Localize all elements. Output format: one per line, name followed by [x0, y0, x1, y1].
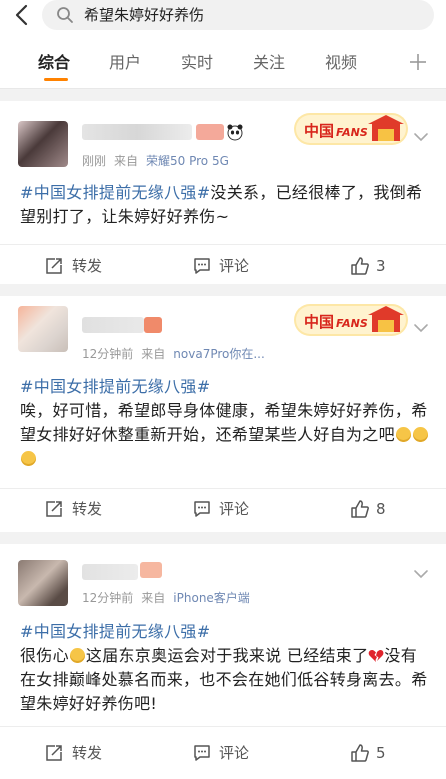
- avatar[interactable]: [18, 560, 68, 606]
- post-text-2: 这届东京奥运会对于我来说 已经结束了: [85, 646, 369, 665]
- repost-button[interactable]: 转发: [72, 499, 102, 519]
- svg-text:FANS: FANS: [336, 317, 368, 330]
- like-count[interactable]: 8: [376, 499, 386, 519]
- user-badge-blurred: [144, 317, 162, 333]
- source-label: 来自: [141, 347, 166, 361]
- tab-video[interactable]: 视频: [325, 52, 357, 74]
- hashtag-link[interactable]: #中国女排提前无缘八强#: [20, 622, 210, 641]
- tab-following[interactable]: 关注: [253, 52, 285, 74]
- repost-icon[interactable]: [44, 743, 64, 763]
- feed-gap: [0, 89, 446, 101]
- repost-icon[interactable]: [44, 499, 64, 519]
- post-meta: 12分钟前 来自 nova7Pro你在...: [82, 346, 265, 362]
- source-label: 来自: [114, 154, 139, 168]
- source-label: 来自: [141, 591, 166, 605]
- username-blurred[interactable]: [82, 317, 144, 333]
- comment-icon[interactable]: [192, 499, 212, 519]
- comment-button[interactable]: 评论: [219, 499, 249, 519]
- post-content: #中国女排提前无缘八强# 唉，好可惜，希望郎导身体健康，希望朱婷好好养伤，希望女排…: [20, 375, 430, 471]
- user-badge-blurred: [196, 124, 224, 140]
- post-source[interactable]: iPhone客户端: [173, 591, 250, 605]
- post-meta: 12分钟前 来自 iPhone客户端: [82, 590, 250, 606]
- like-icon[interactable]: [350, 499, 370, 519]
- post-time: 12分钟前: [82, 347, 134, 361]
- post-meta: 刚刚 来自 荣耀50 Pro 5G: [82, 153, 229, 169]
- chevron-down-icon[interactable]: [412, 322, 430, 334]
- divider: [0, 726, 446, 727]
- chevron-down-icon[interactable]: [412, 131, 430, 143]
- comment-icon[interactable]: [192, 256, 212, 276]
- tab-realtime[interactable]: 实时: [181, 52, 213, 74]
- comment-button[interactable]: 评论: [219, 256, 249, 276]
- chevron-down-icon[interactable]: [412, 568, 430, 580]
- post-time: 刚刚: [82, 154, 107, 168]
- post-content: #中国女排提前无缘八强# 很伤心 这届东京奥运会对于我来说 已经结束了 没有在女排巅峰…: [20, 620, 430, 716]
- back-arrow-icon[interactable]: [10, 2, 36, 28]
- post-card[interactable]: 刚刚 来自 荣耀50 Pro 5G 中国 FANS #中国女排提前无缘八强#没关系，…: [0, 101, 446, 284]
- post-text: 唉，好可惜，希望郎导身体健康，希望朱婷好好养伤，希望女排好好休整重新开始，还希望…: [20, 401, 428, 444]
- tab-users[interactable]: 用户: [109, 52, 141, 74]
- search-query[interactable]: 希望朱婷好好养伤: [84, 4, 204, 26]
- hashtag-link[interactable]: #中国女排提前无缘八强#: [20, 377, 210, 396]
- svg-text:中国: 中国: [304, 122, 334, 140]
- top-bar: 希望朱婷好好养伤: [0, 0, 446, 38]
- china-fans-badge: 中国 FANS: [294, 304, 408, 336]
- like-icon[interactable]: [350, 256, 370, 276]
- feed-gap: [0, 284, 446, 296]
- hashtag-link[interactable]: #中国女排提前无缘八强#: [20, 183, 210, 202]
- repost-icon[interactable]: [44, 256, 64, 276]
- post-card[interactable]: 12分钟前 来自 iPhone客户端 #中国女排提前无缘八强# 很伤心 这届东京奥运会对…: [0, 544, 446, 779]
- search-tabs: 综合 用户 实时 关注 视频: [0, 38, 446, 89]
- post-source[interactable]: nova7Pro你在...: [173, 347, 265, 361]
- active-tab-indicator: [44, 78, 68, 81]
- china-fans-badge: 中国 FANS: [294, 113, 408, 145]
- post-text-1: 很伤心: [20, 646, 69, 665]
- broken-heart-icon: [369, 649, 384, 662]
- comment-icon[interactable]: [192, 743, 212, 763]
- divider: [0, 244, 446, 245]
- like-icon[interactable]: [350, 743, 370, 763]
- avatar[interactable]: [18, 306, 68, 352]
- add-tab-icon[interactable]: [408, 52, 428, 72]
- svg-text:FANS: FANS: [336, 126, 368, 139]
- divider: [0, 488, 446, 489]
- post-time: 12分钟前: [82, 591, 134, 605]
- svg-text:中国: 中国: [304, 313, 334, 331]
- comment-button[interactable]: 评论: [219, 743, 249, 763]
- post-source[interactable]: 荣耀50 Pro 5G: [146, 154, 229, 168]
- like-count[interactable]: 5: [376, 743, 386, 763]
- username-blurred[interactable]: [82, 124, 192, 140]
- repost-button[interactable]: 转发: [72, 743, 102, 763]
- repost-button[interactable]: 转发: [72, 256, 102, 276]
- search-box[interactable]: 希望朱婷好好养伤: [42, 0, 434, 30]
- avatar[interactable]: [18, 121, 68, 167]
- search-icon: [57, 7, 73, 23]
- tab-comprehensive[interactable]: 综合: [38, 52, 70, 74]
- post-card[interactable]: 12分钟前 来自 nova7Pro你在... 中国 FANS #中国女排提前无缘八强…: [0, 296, 446, 532]
- like-count[interactable]: 3: [376, 256, 386, 276]
- emoji-sad-icon: [69, 648, 85, 663]
- user-badge-blurred: [140, 562, 162, 578]
- post-content: #中国女排提前无缘八强#没关系，已经很棒了，我倒希望别打了，让朱婷好好养伤~: [20, 181, 430, 229]
- username-blurred[interactable]: [82, 564, 138, 580]
- panda-icon: [227, 124, 243, 141]
- feed-gap: [0, 532, 446, 544]
